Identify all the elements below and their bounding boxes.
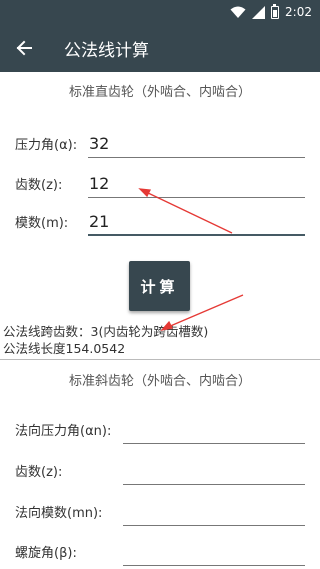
- pressure-angle-input[interactable]: [88, 130, 305, 158]
- normal-module-input[interactable]: [123, 498, 305, 526]
- spur-gear-heading: 标准直齿轮（外啮合、内啮合）: [68, 85, 251, 100]
- helix-angle-label: 螺旋角(β):: [15, 546, 77, 561]
- teeth-count-row: 齿数(z):: [15, 168, 305, 198]
- module-input[interactable]: [88, 208, 305, 236]
- result-normal-length: 公法线长度154.0542: [3, 341, 126, 356]
- helical-teeth-count-label: 齿数(z):: [15, 465, 63, 480]
- normal-pressure-angle-input[interactable]: [123, 416, 305, 444]
- helical-gear-heading: 标准斜齿轮（外啮合、内啮合）: [68, 374, 251, 389]
- section-divider: [0, 359, 320, 360]
- app-title: 公法线计算: [64, 40, 149, 61]
- module-row: 模数(m):: [15, 206, 305, 236]
- calculate-button[interactable]: 计算: [129, 261, 190, 311]
- pressure-angle-row: 压力角(α):: [15, 128, 305, 158]
- helical-teeth-count-row: 齿数(z):: [15, 455, 305, 485]
- back-button[interactable]: [0, 24, 48, 72]
- signal-icon: [252, 5, 266, 19]
- teeth-count-label: 齿数(z):: [15, 178, 63, 193]
- wifi-icon: [230, 6, 246, 18]
- status-icons: 2:02: [230, 3, 312, 20]
- status-time: 2:02: [285, 5, 312, 19]
- normal-module-label: 法向模数(mn):: [15, 506, 103, 521]
- helix-angle-input[interactable]: [123, 538, 305, 566]
- normal-pressure-angle-label: 法向压力角(αn):: [15, 424, 112, 439]
- normal-module-row: 法向模数(mn):: [15, 496, 305, 526]
- back-arrow-icon: [16, 40, 32, 56]
- status-bar: 2:02: [0, 0, 320, 24]
- normal-pressure-angle-row: 法向压力角(αn):: [15, 414, 305, 444]
- pressure-angle-label: 压力角(α):: [15, 138, 78, 153]
- helix-angle-row: 螺旋角(β):: [15, 536, 305, 566]
- helical-teeth-count-input[interactable]: [123, 457, 305, 485]
- battery-icon: [271, 3, 280, 19]
- module-label: 模数(m):: [15, 216, 69, 231]
- app-bar: 公法线计算: [0, 24, 320, 72]
- teeth-count-input[interactable]: [88, 170, 305, 198]
